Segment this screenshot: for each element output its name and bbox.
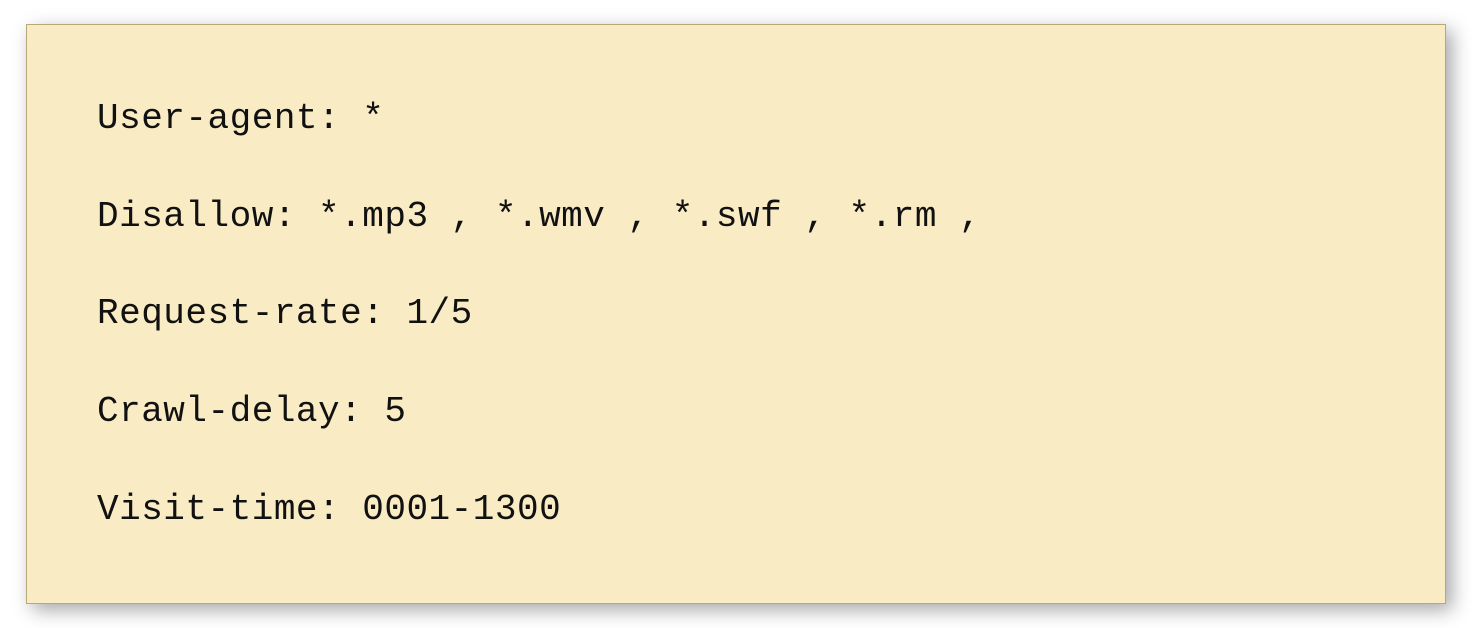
code-line: User-agent: * [97,98,1375,139]
code-box: User-agent: * Disallow: *.mp3 , *.wmv , … [26,24,1446,604]
code-line: Visit-time: 0001-1300 [97,489,1375,530]
code-line: Request-rate: 1/5 [97,293,1375,334]
code-line: Disallow: *.mp3 , *.wmv , *.swf , *.rm , [97,196,1375,237]
code-line: Crawl-delay: 5 [97,391,1375,432]
